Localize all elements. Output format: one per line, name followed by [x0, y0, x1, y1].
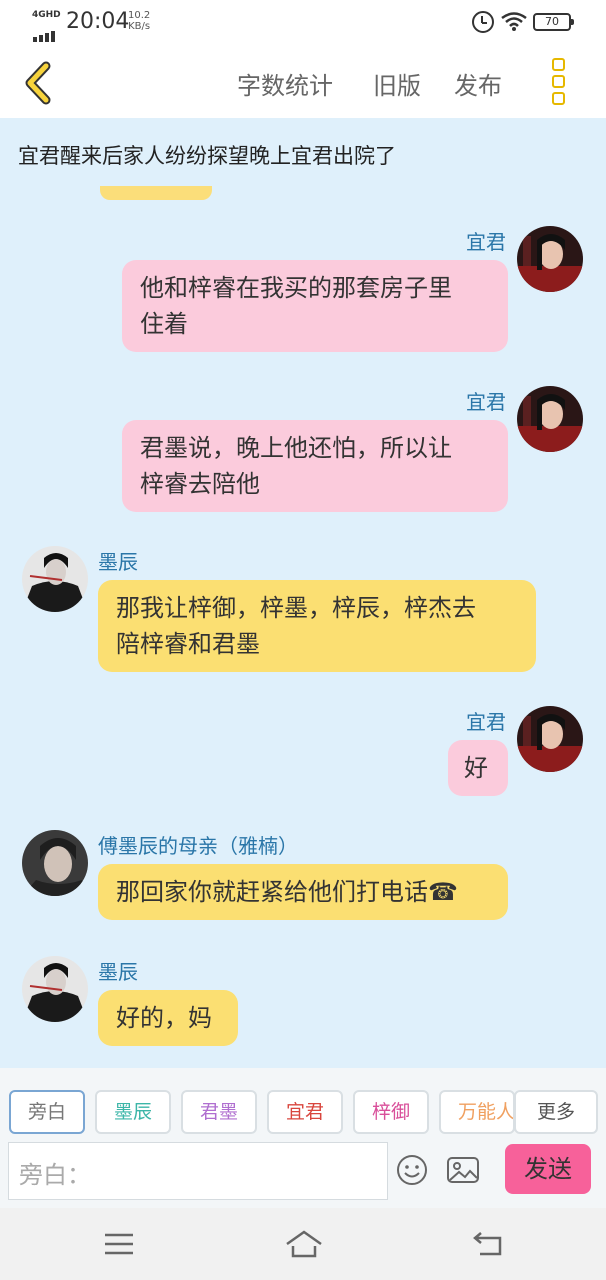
message-bubble[interactable]: 他和梓睿在我买的那套房子里 住着 [122, 260, 508, 352]
image-icon [447, 1157, 479, 1183]
title-bar: 字数统计 旧版 发布 [0, 48, 606, 118]
message-text-line: 君墨说，晚上他还怕，所以让 [140, 434, 452, 462]
avatar-yijun[interactable] [517, 386, 583, 452]
emoji-button[interactable] [396, 1154, 428, 1186]
alarm-icon [472, 11, 494, 33]
battery-icon: 70 [533, 13, 574, 31]
home-nav-button[interactable] [284, 1226, 324, 1262]
role-tab-ziyu[interactable]: 梓御 [353, 1090, 429, 1134]
role-tab-universal[interactable]: 万能人 [439, 1090, 515, 1134]
message-text-line: 他和梓睿在我买的那套房子里 [140, 274, 452, 302]
sender-name: 傅墨辰的母亲（雅楠） [98, 834, 298, 858]
network-speed-unit: KB/s [128, 21, 151, 32]
sender-name: 宜君 [466, 710, 506, 734]
old-version-button[interactable]: 旧版 [373, 66, 421, 101]
more-roles-button[interactable]: 更多 [514, 1090, 598, 1134]
chat-area[interactable]: 宜君醒来后家人纷纷探望晚上宜君出院了 宜君 他和梓睿在我买的那套房子里 住着 宜… [0, 118, 606, 1068]
back-button[interactable] [18, 60, 62, 106]
menu-nav-button[interactable] [101, 1226, 137, 1262]
return-icon [473, 1232, 502, 1256]
composer-panel: 旁白 墨辰 君墨 宜君 梓御 万能人 更多 旁白： 发送 [0, 1068, 606, 1208]
avatar-yanan[interactable] [22, 830, 88, 896]
message-text-line: 好的，妈 [116, 1004, 212, 1032]
message-bubble[interactable]: 君墨说，晚上他还怕，所以让 梓睿去陪他 [122, 420, 508, 512]
publish-button[interactable]: 发布 [454, 66, 502, 101]
role-tab-junmo[interactable]: 君墨 [181, 1090, 257, 1134]
clock: 20:04 [66, 9, 130, 34]
word-count-button[interactable]: 字数统计 [237, 66, 333, 101]
role-tab-mochen[interactable]: 墨辰 [95, 1090, 171, 1134]
role-tab-yijun[interactable]: 宜君 [267, 1090, 343, 1134]
smiley-icon [397, 1155, 427, 1185]
system-nav-bar [0, 1208, 606, 1280]
role-tab-narrator[interactable]: 旁白 [9, 1090, 85, 1134]
message-text-line: 那回家你就赶紧给他们打电话☎ [116, 878, 458, 906]
avatar-yijun[interactable] [517, 706, 583, 772]
chapter-title: 宜君醒来后家人纷纷探望晚上宜君出院了 [18, 144, 396, 168]
back-nav-button[interactable] [470, 1226, 506, 1262]
message-bubble[interactable]: 好的，妈 [98, 990, 238, 1046]
avatar-yijun[interactable] [517, 226, 583, 292]
network-type: 4GHD [32, 10, 61, 20]
partial-message-bubble [100, 186, 212, 200]
network-speed-value: 10.2 [128, 10, 151, 21]
avatar-mochen[interactable] [22, 546, 88, 612]
network-speed: 10.2 KB/s [128, 10, 150, 32]
send-button[interactable]: 发送 [505, 1144, 591, 1194]
message-input[interactable]: 旁白： [8, 1142, 388, 1200]
sender-name: 墨辰 [98, 960, 138, 984]
message-text-line: 陪梓睿和君墨 [116, 630, 260, 658]
message-text-line: 好 [464, 754, 488, 782]
message-bubble[interactable]: 那我让梓御，梓墨，梓辰，梓杰去 陪梓睿和君墨 [98, 580, 536, 672]
image-button[interactable] [446, 1154, 480, 1186]
chevron-left-icon [25, 61, 51, 105]
sender-name: 宜君 [466, 230, 506, 254]
wifi-icon [501, 12, 527, 31]
sender-name: 宜君 [466, 390, 506, 414]
home-icon [286, 1230, 322, 1258]
signal-icon: 4GHD [32, 10, 61, 42]
menu-icon [105, 1233, 133, 1255]
message-text-line: 住着 [140, 310, 188, 338]
message-text-line: 那我让梓御，梓墨，梓辰，梓杰去 [116, 594, 476, 622]
message-input-placeholder: 旁白： [19, 1161, 91, 1189]
message-bubble[interactable]: 好 [448, 740, 508, 796]
status-bar: 4GHD 20:04 10.2 KB/s 70 [0, 0, 606, 48]
message-text-line: 梓睿去陪他 [140, 470, 260, 498]
sender-name: 墨辰 [98, 550, 138, 574]
avatar-mochen[interactable] [22, 956, 88, 1022]
more-menu-button[interactable] [546, 58, 570, 108]
message-bubble[interactable]: 那回家你就赶紧给他们打电话☎ [98, 864, 508, 920]
